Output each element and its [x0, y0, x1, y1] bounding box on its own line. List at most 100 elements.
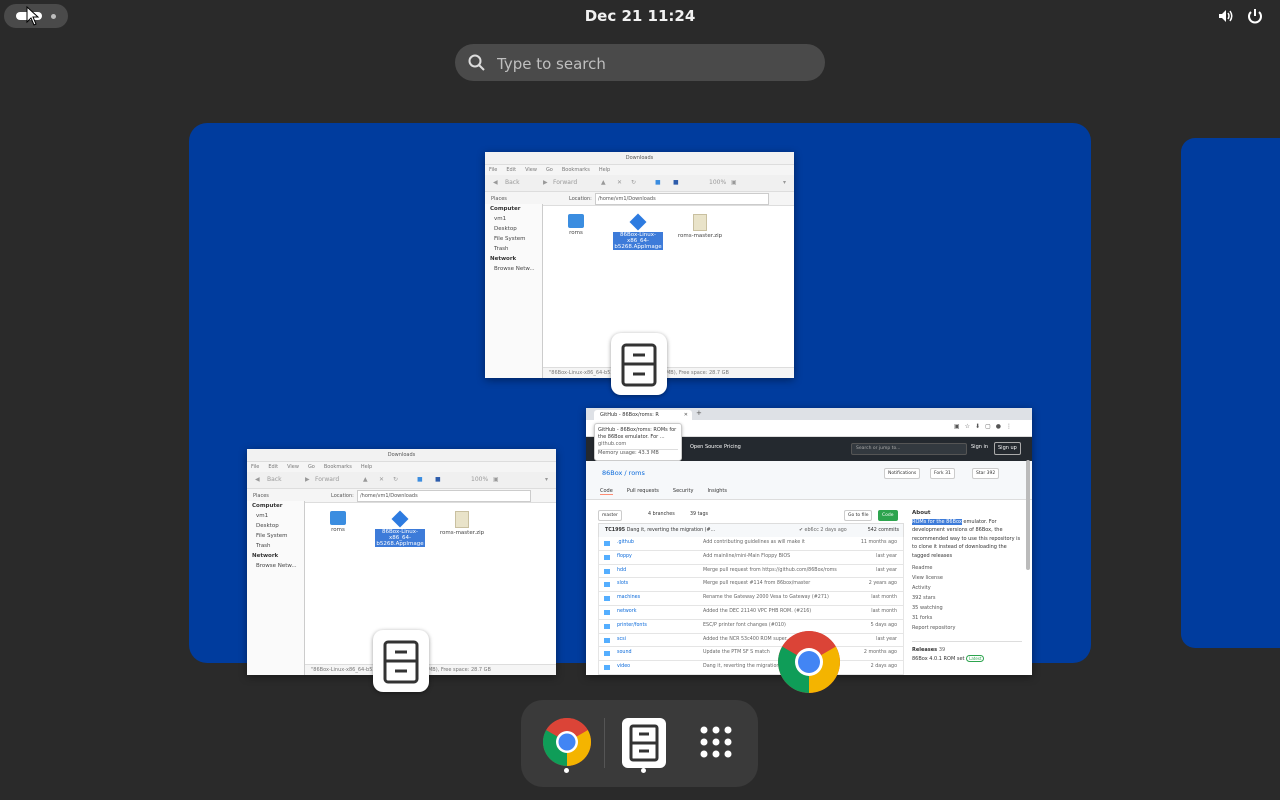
sidebar-item-browse-network[interactable]: Browse Netw... — [247, 561, 304, 571]
sign-up-button[interactable]: Sign up — [994, 442, 1021, 455]
computer-icon[interactable]: ■ — [673, 179, 679, 186]
file-name[interactable]: printer/fonts — [617, 620, 647, 633]
star-button[interactable]: Star 392 — [972, 468, 1000, 479]
file-item[interactable]: roms-master.zip — [437, 511, 487, 536]
tab-pull-requests[interactable]: Pull requests — [627, 488, 659, 494]
file-item[interactable]: 86Box-Linux-x86_64-b5268.AppImage — [375, 510, 425, 547]
menu-view[interactable]: View — [525, 167, 537, 173]
zoom-in-icon[interactable]: ▣ — [493, 476, 499, 483]
sidebar-item-desktop[interactable]: Desktop — [485, 224, 542, 234]
search-input[interactable] — [495, 44, 809, 83]
menu-bookmarks[interactable]: Bookmarks — [324, 464, 352, 470]
commits-count[interactable]: 542 commits — [868, 524, 899, 537]
menu-file[interactable]: File — [489, 167, 497, 173]
forward-button[interactable]: Forward — [315, 476, 339, 483]
commit-message[interactable]: Dang it, reverting the migration (#... — [627, 528, 715, 533]
menu-help[interactable]: Help — [599, 167, 610, 173]
file-view[interactable]: roms 86Box-Linux-x86_64-b5268.AppImage r… — [305, 501, 556, 665]
sign-in-link[interactable]: Sign in — [968, 442, 991, 453]
table-row[interactable]: .github Add contributing guidelines as wi… — [598, 537, 904, 551]
sidebar-item-browse-network[interactable]: Browse Netw... — [485, 264, 542, 274]
scrollbar[interactable] — [1026, 460, 1030, 570]
menu-go[interactable]: Go — [308, 464, 315, 470]
back-button[interactable]: Back — [267, 476, 282, 483]
menu-bookmarks[interactable]: Bookmarks — [562, 167, 590, 173]
toolbar-menu-icon[interactable]: ▾ — [545, 476, 548, 483]
table-row[interactable]: scsi Added the NCR 53c400 ROM super... las… — [598, 633, 904, 648]
workspace-thumbnail-next[interactable] — [1181, 138, 1280, 648]
tags-link[interactable]: 39 tags — [690, 512, 708, 517]
activity-link[interactable]: Activity — [912, 583, 1022, 593]
up-icon[interactable]: ▲ — [601, 179, 606, 186]
commit-message[interactable]: Add mainline/mini-Main Floppy BIOS — [703, 551, 790, 564]
branch-select[interactable]: master — [598, 510, 622, 521]
clock[interactable]: Dec 21 11:24 — [540, 7, 740, 25]
file-name[interactable]: sound — [617, 647, 632, 660]
back-icon[interactable]: ◀ — [493, 179, 498, 186]
stars-link[interactable]: 392 stars — [912, 593, 1022, 603]
commit-message[interactable]: Add contributing guidelines as will make… — [703, 537, 805, 550]
code-button[interactable]: Code — [878, 510, 898, 521]
table-row[interactable]: hdd Merge pull request from https://githu… — [598, 564, 904, 579]
report-link[interactable]: Report repository — [912, 623, 1022, 633]
table-row[interactable]: floppy Add mainline/mini-Main Floppy BIOS… — [598, 550, 904, 565]
fork-button[interactable]: Fork 31 — [930, 468, 955, 479]
forward-icon[interactable]: ▶ — [305, 476, 310, 483]
repo-name[interactable]: 86Box / roms — [602, 469, 645, 477]
branches-link[interactable]: 4 branches — [648, 512, 675, 517]
sidebar-item-file-system[interactable]: File System — [485, 234, 542, 244]
sidebar-item-trash[interactable]: Trash — [485, 244, 542, 254]
menu-edit[interactable]: Edit — [506, 167, 516, 173]
file-view[interactable]: roms 86Box-Linux-x86_64-b5268.AppImage r… — [543, 204, 794, 368]
forward-icon[interactable]: ▶ — [543, 179, 548, 186]
search-box[interactable] — [455, 44, 825, 83]
browser-action-icons[interactable]: ▣☆⬇▢●⋮ — [954, 423, 1017, 430]
back-icon[interactable]: ◀ — [255, 476, 260, 483]
file-name[interactable]: .github — [617, 537, 634, 550]
file-manager-icon[interactable] — [622, 718, 666, 768]
file-name[interactable]: hdd — [617, 565, 626, 578]
menu-view[interactable]: View — [287, 464, 299, 470]
volume-icon[interactable] — [1217, 7, 1235, 25]
github-search-input[interactable]: Search or jump to... — [851, 443, 967, 455]
zoom-in-icon[interactable]: ▣ — [731, 179, 737, 186]
browser-tab[interactable]: GitHub - 86Box/roms: R ✕ — [594, 410, 692, 420]
commit-message[interactable]: Added the DEC 21140 VPC PHB ROM. (#216) — [703, 606, 811, 619]
forks-link[interactable]: 31 forks — [912, 613, 1022, 623]
file-name[interactable]: slots — [617, 578, 628, 591]
stop-icon[interactable]: ✕ — [379, 476, 384, 483]
close-tab-icon[interactable]: ✕ — [684, 410, 688, 420]
forward-button[interactable]: Forward — [553, 179, 577, 186]
table-row[interactable]: video Dang it, reverting the migration (#… — [598, 661, 904, 675]
commit-message[interactable]: Merge pull request from https://github.c… — [703, 565, 837, 578]
computer-icon[interactable]: ■ — [435, 476, 441, 483]
commit-message[interactable]: Rename the Gateway 2000 Vesa to Gateway … — [703, 592, 829, 605]
releases-label[interactable]: Releases — [912, 647, 937, 653]
file-name[interactable]: machines — [617, 592, 640, 605]
new-tab-icon[interactable]: + — [696, 409, 702, 417]
chrome-icon[interactable] — [539, 714, 595, 770]
file-item[interactable]: roms — [551, 214, 601, 236]
table-row[interactable]: network Added the DEC 21140 VPC PHB ROM. … — [598, 605, 904, 620]
power-icon[interactable] — [1246, 7, 1264, 25]
watching-link[interactable]: 35 watching — [912, 603, 1022, 613]
nav-open-source[interactable]: Open Source — [690, 444, 722, 450]
table-row[interactable]: machines Rename the Gateway 2000 Vesa to … — [598, 592, 904, 606]
commit-message[interactable]: ESC/P printer font changes (#010) — [703, 620, 786, 633]
reload-icon[interactable]: ↻ — [393, 476, 398, 483]
file-name[interactable]: network — [617, 606, 636, 619]
reload-icon[interactable]: ↻ — [631, 179, 636, 186]
file-item[interactable]: roms-master.zip — [675, 214, 725, 239]
file-item[interactable]: roms — [313, 511, 363, 533]
home-icon[interactable]: ■ — [655, 179, 661, 186]
tab-code[interactable]: Code — [600, 488, 613, 495]
file-name[interactable]: scsi — [617, 634, 626, 647]
table-row[interactable]: slots Merge pull request #114 from 86box/… — [598, 578, 904, 593]
readme-link[interactable]: Readme — [912, 563, 1022, 573]
stop-icon[interactable]: ✕ — [617, 179, 622, 186]
back-button[interactable]: Back — [505, 179, 520, 186]
app-grid-icon[interactable] — [688, 714, 744, 770]
table-row[interactable]: printer/fonts ESC/P printer font changes … — [598, 619, 904, 634]
up-icon[interactable]: ▲ — [363, 476, 368, 483]
table-row[interactable]: sound Update the PTM SF S match 2 months a… — [598, 647, 904, 662]
